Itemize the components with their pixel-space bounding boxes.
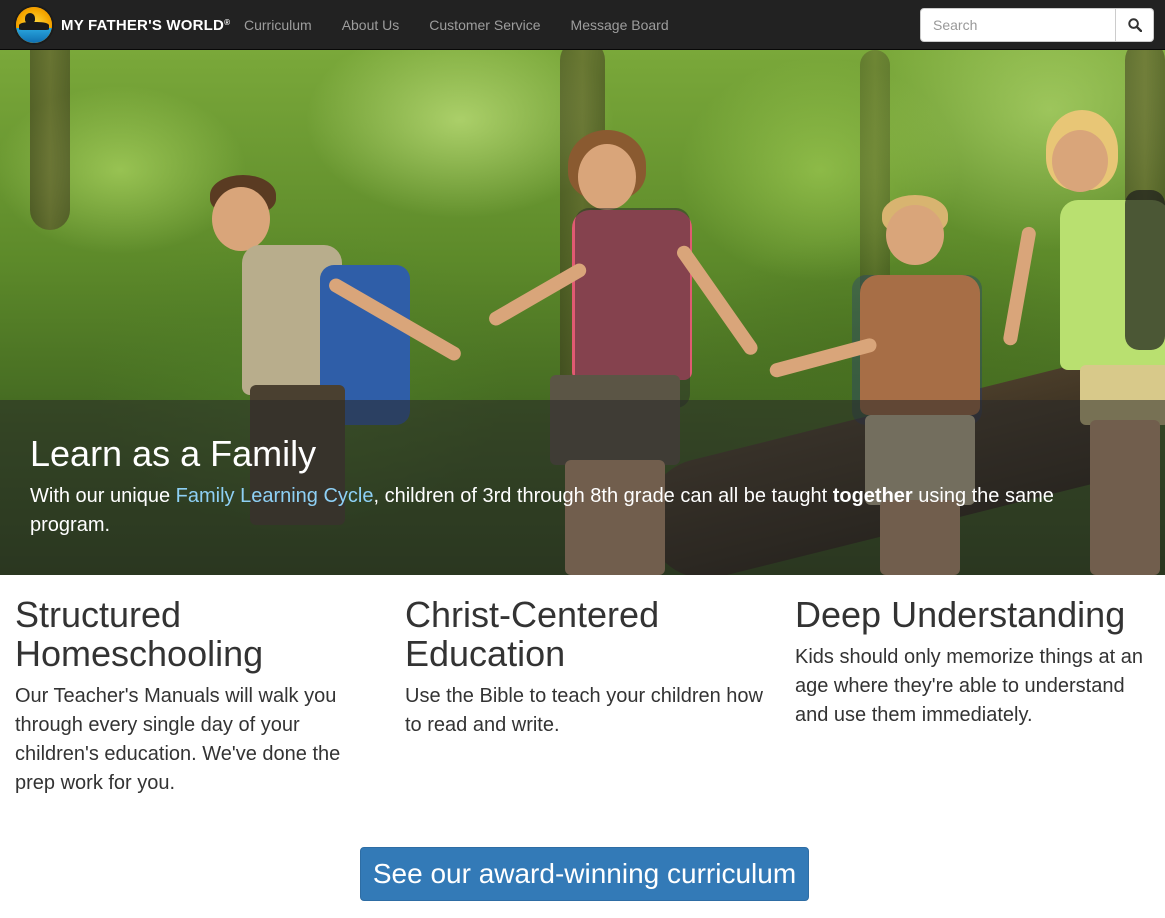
top-navbar: MY FATHER'S WORLD® Curriculum About Us C… xyxy=(0,0,1165,50)
hero-text: With our unique Family Learning Cycle, c… xyxy=(30,485,1054,536)
feature-christ-centered-education: Christ-Centered Education Use the Bible … xyxy=(405,595,765,740)
feature-structured-homeschooling: Structured Homeschooling Our Teacher's M… xyxy=(15,595,375,798)
feature-text: Kids should only memorize things at an a… xyxy=(795,646,1143,726)
search-input[interactable] xyxy=(920,8,1116,42)
globe-logo-icon xyxy=(14,5,54,45)
main-nav: Curriculum About Us Customer Service Mes… xyxy=(229,0,684,50)
feature-text: Use the Bible to teach your children how… xyxy=(405,685,763,736)
brand-name: MY FATHER'S WORLD® xyxy=(61,16,231,34)
feature-deep-understanding: Deep Understanding Kids should only memo… xyxy=(795,595,1150,730)
nav-customer-service[interactable]: Customer Service xyxy=(414,0,555,50)
nav-curriculum[interactable]: Curriculum xyxy=(229,0,327,50)
feature-title: Deep Understanding xyxy=(795,594,1126,635)
curriculum-cta-button[interactable]: See our award-winning curriculum xyxy=(360,847,809,901)
hero-caption: Learn as a Family With our unique Family… xyxy=(0,400,1165,575)
hero-title: Learn as a Family xyxy=(30,433,317,474)
search-form xyxy=(920,8,1154,42)
feature-title: Structured Homeschooling xyxy=(15,594,264,674)
search-icon xyxy=(1127,18,1142,32)
feature-text: Our Teacher's Manuals will walk you thro… xyxy=(15,685,341,794)
nav-about-us[interactable]: About Us xyxy=(327,0,415,50)
feature-title: Christ-Centered Education xyxy=(405,594,660,674)
search-button[interactable] xyxy=(1116,8,1154,42)
hero-banner: Learn as a Family With our unique Family… xyxy=(0,50,1165,575)
brand-logo-link[interactable]: MY FATHER'S WORLD® xyxy=(14,5,230,45)
nav-message-board[interactable]: Message Board xyxy=(556,0,684,50)
family-learning-cycle-link[interactable]: Family Learning Cycle xyxy=(176,485,374,507)
